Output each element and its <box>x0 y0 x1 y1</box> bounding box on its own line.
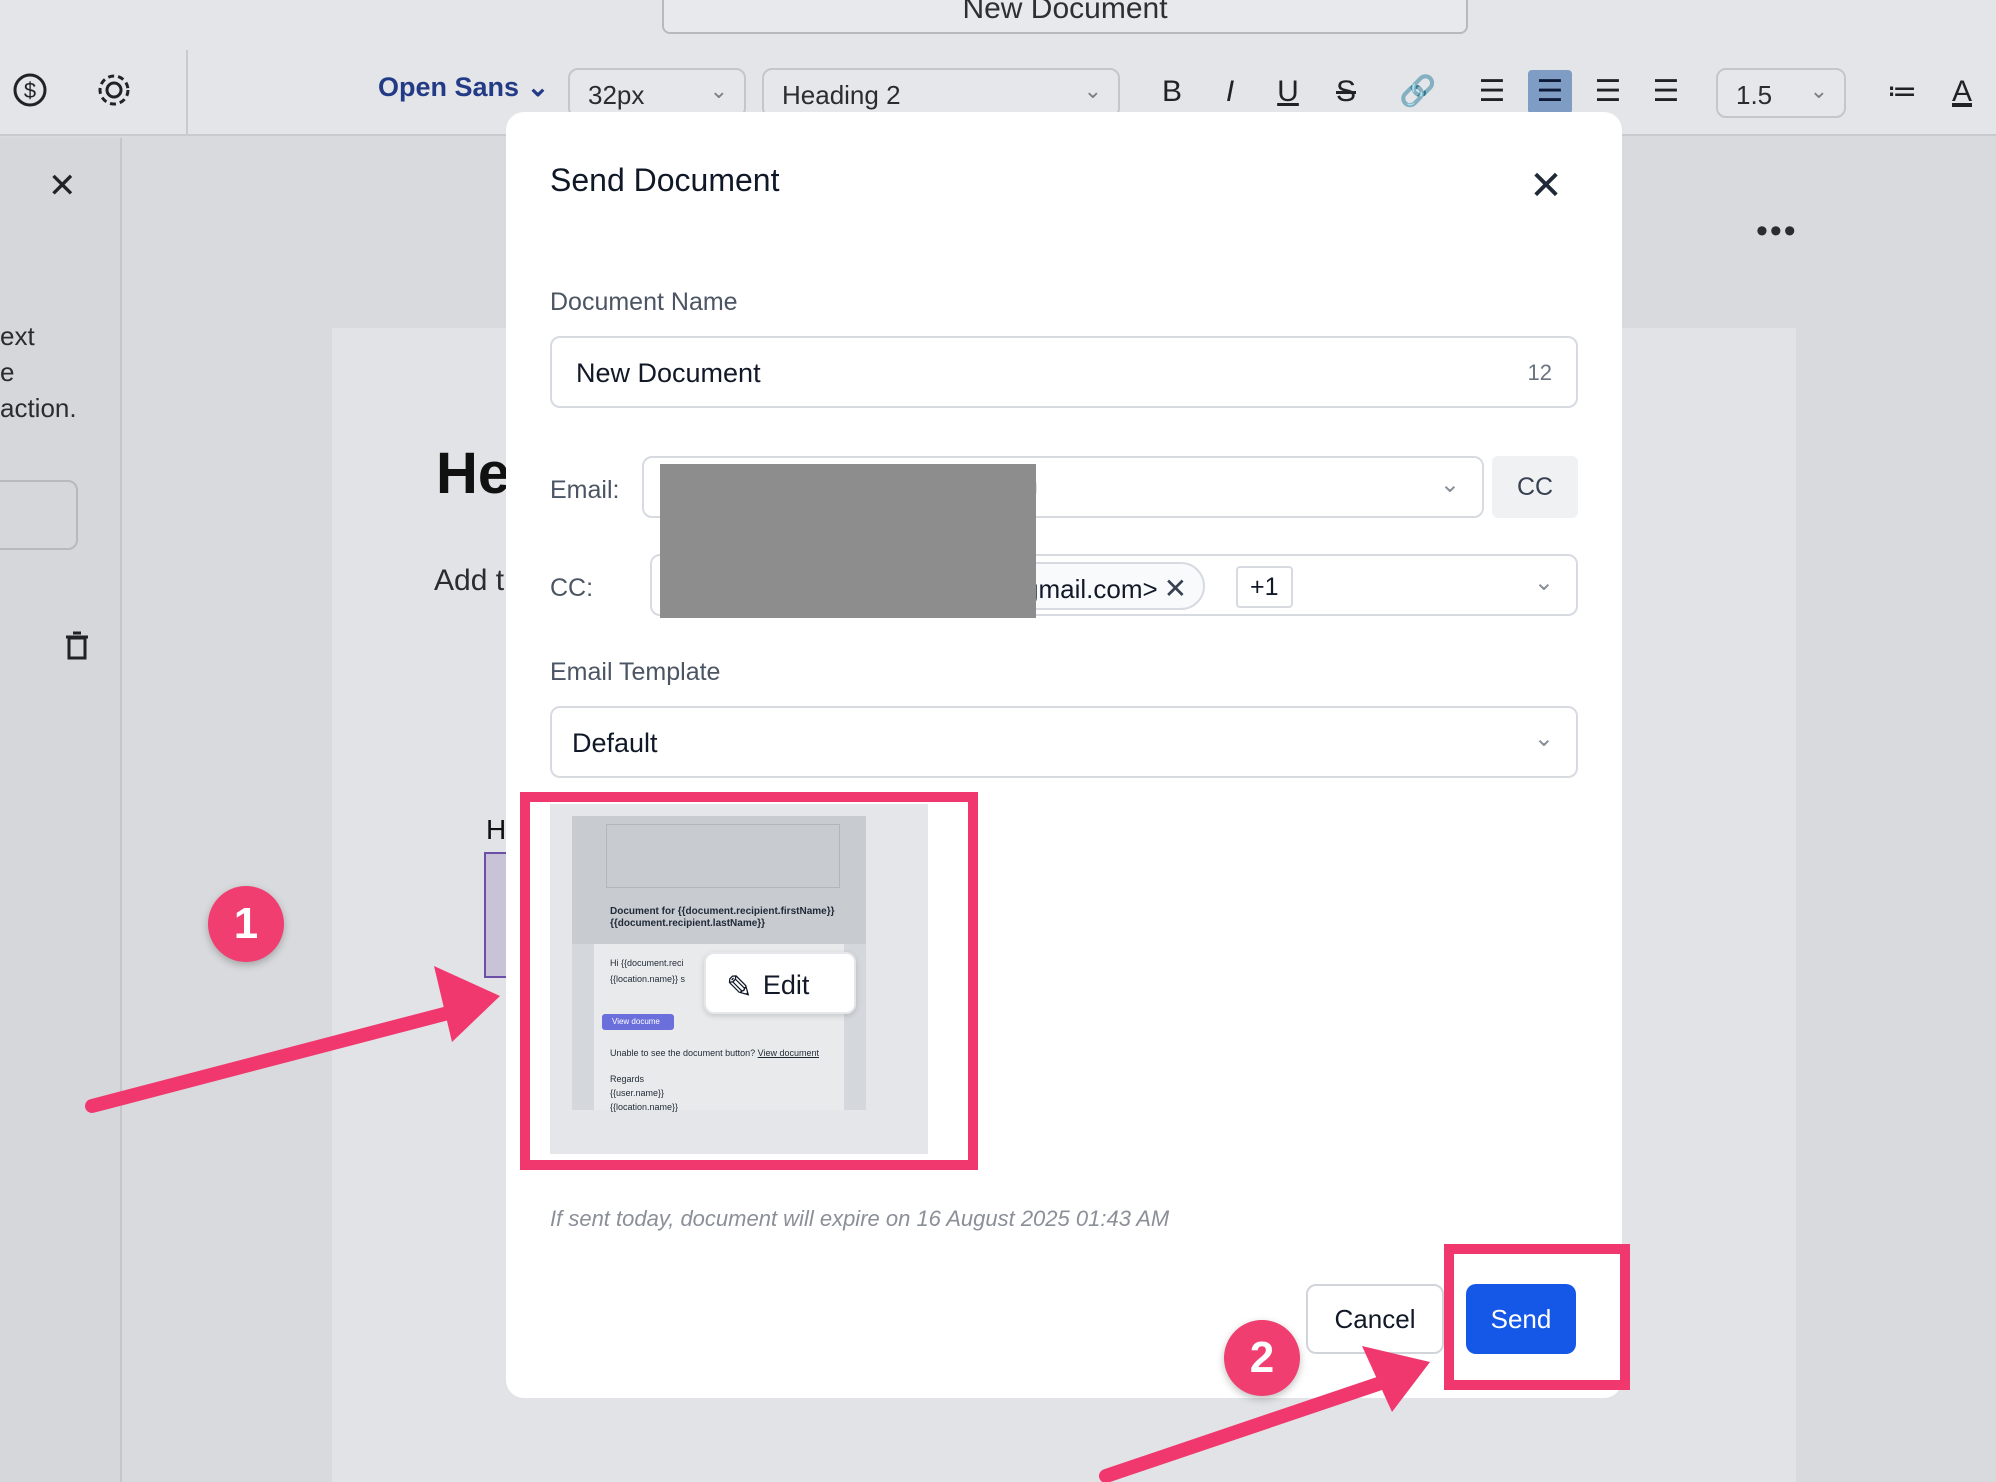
annotation-arrows <box>85 966 1430 1482</box>
step-badge-2: 2 <box>1224 1320 1300 1396</box>
step-badge-1: 1 <box>208 886 284 962</box>
